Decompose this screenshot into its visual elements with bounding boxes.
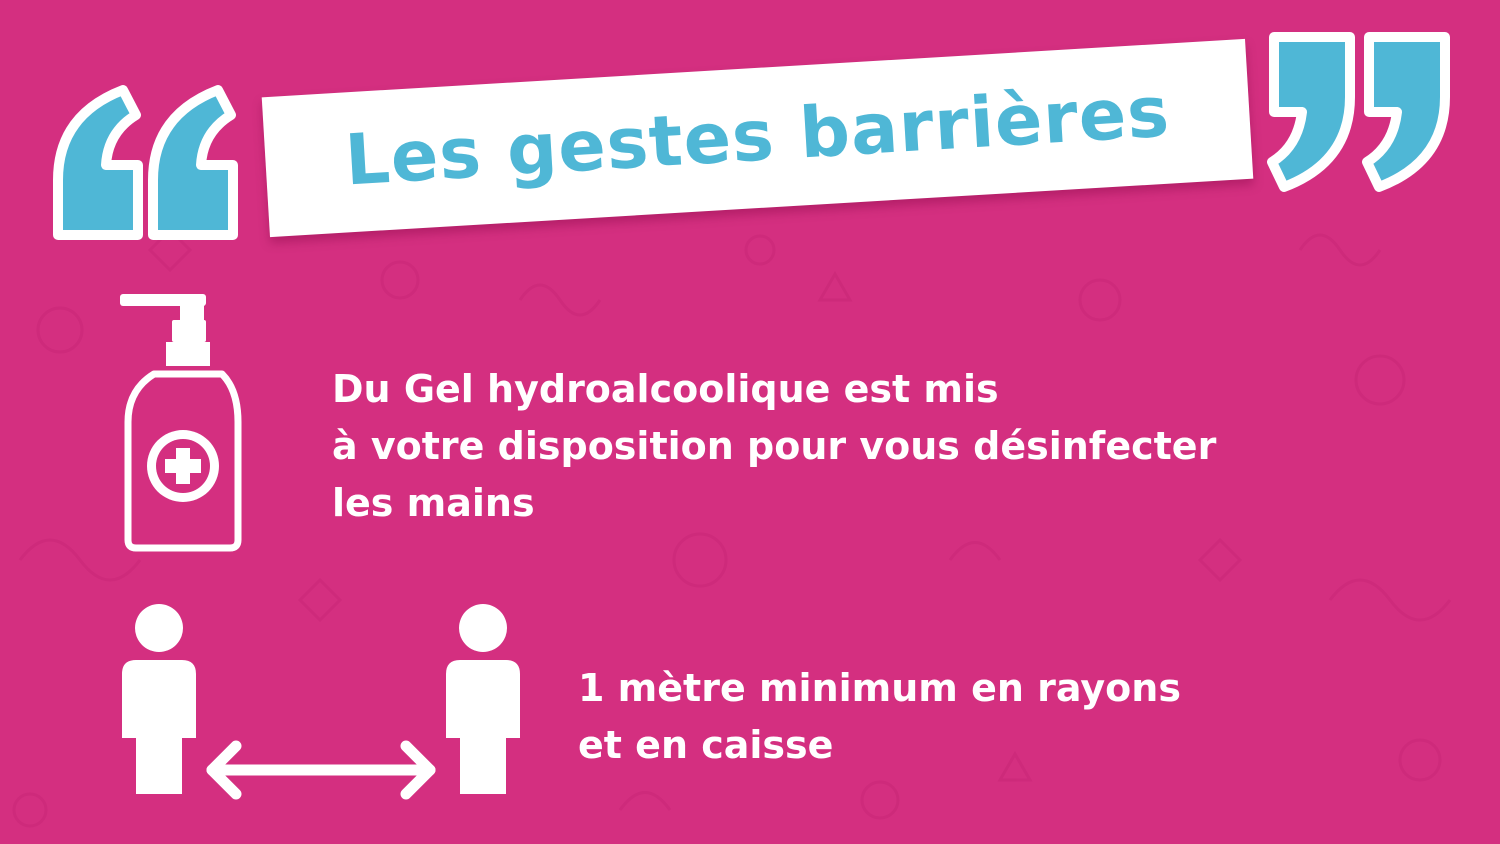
close-quote-icon bbox=[1267, 32, 1450, 192]
hand-sanitizer-bottle-icon bbox=[120, 294, 242, 552]
page-title: Les gestes barrières bbox=[342, 70, 1173, 202]
two-people-distance-icon bbox=[122, 604, 520, 800]
gel-message-line: Du Gel hydroalcoolique est mis bbox=[332, 367, 999, 411]
distance-message-line: et en caisse bbox=[578, 723, 834, 767]
distance-message-line: 1 mètre minimum en rayons bbox=[578, 666, 1181, 710]
distance-message: 1 mètre minimum en rayons et en caisse bbox=[578, 660, 1181, 774]
gel-message-line: les mains bbox=[332, 481, 535, 525]
gel-message: Du Gel hydroalcoolique est mis à votre d… bbox=[332, 361, 1216, 532]
gel-message-line: à votre disposition pour vous désinfecte… bbox=[332, 424, 1217, 468]
open-quote-icon bbox=[53, 85, 238, 240]
